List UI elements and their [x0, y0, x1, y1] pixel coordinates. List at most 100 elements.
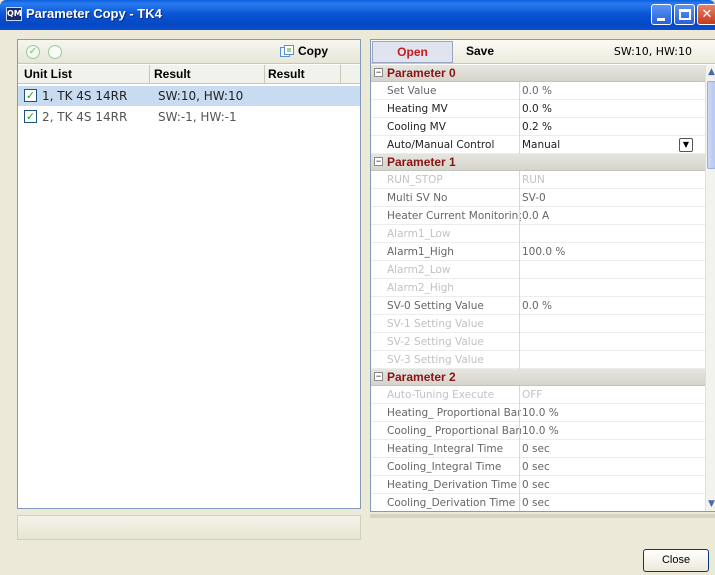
- parameter-name: Alarm1_Low: [387, 228, 451, 240]
- column-divider: [519, 333, 520, 351]
- parameter-value: RUN: [522, 174, 545, 186]
- parameter-row: Alarm2_Low: [371, 261, 705, 279]
- parameter-name: Multi SV No: [387, 192, 448, 204]
- column-divider: [519, 476, 520, 494]
- unit-row[interactable]: ✓ 2, TK 4S 14RR SW:-1, HW:-1: [18, 107, 360, 127]
- parameter-row[interactable]: Heating_Derivation Time 0 sec: [371, 476, 705, 494]
- column-divider: [519, 422, 520, 440]
- parameter-row[interactable]: Cooling_Derivation Time 0 sec: [371, 494, 705, 511]
- column-divider: [519, 189, 520, 207]
- copy-icon: [280, 45, 294, 57]
- left-status-bar: [17, 515, 361, 540]
- parameter-value[interactable]: 0 sec: [522, 443, 550, 455]
- parameter-row[interactable]: Heating_ Proportional Band 10.0 %: [371, 404, 705, 422]
- parameter-group-header[interactable]: − Parameter 0: [371, 65, 705, 82]
- parameter-row[interactable]: Heating MV 0.0 %: [371, 100, 705, 118]
- column-divider: [519, 207, 520, 225]
- collapse-icon[interactable]: −: [374, 68, 383, 77]
- parameter-name: Cooling_Derivation Time: [387, 497, 516, 509]
- save-button[interactable]: Save: [466, 44, 494, 58]
- column-divider: [519, 386, 520, 404]
- parameter-row[interactable]: Cooling_ Proportional Band 10.0 %: [371, 422, 705, 440]
- parameter-name: Heater Current Monitoring: [387, 210, 521, 222]
- column-divider: [519, 82, 520, 100]
- parameter-value[interactable]: 0 sec: [522, 497, 550, 509]
- parameter-row[interactable]: Set Value 0.0 %: [371, 82, 705, 100]
- app-icon: QM: [6, 7, 22, 21]
- parameter-row[interactable]: Cooling_Integral Time 0 sec: [371, 458, 705, 476]
- parameter-name: Heating_ Proportional Band: [387, 407, 521, 419]
- close-button[interactable]: Close: [643, 549, 709, 572]
- parameter-value[interactable]: 0.2 %: [522, 121, 552, 133]
- parameter-name: Cooling_ Proportional Band: [387, 425, 521, 437]
- parameter-value[interactable]: 100.0 %: [522, 246, 565, 258]
- parameter-value[interactable]: 0.0 %: [522, 103, 552, 115]
- close-icon: ✕: [701, 7, 713, 22]
- header-separator: [264, 65, 265, 83]
- parameter-name: Heating MV: [387, 103, 448, 115]
- column-divider: [519, 297, 520, 315]
- parameter-value[interactable]: Manual: [522, 139, 560, 151]
- parameter-value[interactable]: 0.0 %: [522, 300, 552, 312]
- unit-row[interactable]: ✓ 1, TK 4S 14RR SW:10, HW:10: [18, 86, 360, 106]
- parameter-name: Auto-Tuning Execute: [387, 389, 495, 401]
- parameter-name: SV-0 Setting Value: [387, 300, 484, 312]
- scroll-up-icon[interactable]: ▲: [706, 65, 715, 79]
- minimize-button[interactable]: [651, 4, 672, 25]
- parameter-name: SV-2 Setting Value: [387, 336, 484, 348]
- parameter-group-label: Parameter 2: [387, 370, 456, 384]
- parameter-value[interactable]: 0.0 %: [522, 85, 552, 97]
- vertical-scrollbar[interactable]: ▲ ▼: [705, 65, 715, 511]
- unit-label: 1, TK 4S 14RR: [42, 89, 128, 103]
- open-button[interactable]: Open: [372, 41, 453, 63]
- window-close-button[interactable]: ✕: [697, 4, 715, 25]
- column-divider: [519, 440, 520, 458]
- parameter-group-label: Parameter 0: [387, 66, 456, 80]
- select-all-icon[interactable]: ✓: [26, 45, 40, 59]
- collapse-icon[interactable]: −: [374, 372, 383, 381]
- unit-checkbox[interactable]: ✓: [24, 89, 37, 102]
- parameter-name: Alarm1_High: [387, 246, 454, 258]
- column-divider: [519, 118, 520, 136]
- parameter-row[interactable]: Heating_Integral Time 0 sec: [371, 440, 705, 458]
- parameter-group-header[interactable]: − Parameter 2: [371, 369, 705, 386]
- parameter-row[interactable]: Heater Current Monitoring 0.0 A: [371, 207, 705, 225]
- parameter-row[interactable]: Cooling MV 0.2 %: [371, 118, 705, 136]
- parameter-row[interactable]: Auto/Manual Control Manual ▼: [371, 136, 705, 154]
- parameter-value[interactable]: 10.0 %: [522, 407, 559, 419]
- deselect-all-icon[interactable]: [48, 45, 62, 59]
- parameter-group-header[interactable]: − Parameter 1: [371, 154, 705, 171]
- parameter-name: Auto/Manual Control: [387, 139, 495, 151]
- parameter-row: RUN_STOP RUN: [371, 171, 705, 189]
- header-result-2: Result: [268, 67, 305, 81]
- parameter-group-label: Parameter 1: [387, 155, 456, 169]
- parameter-row: SV-2 Setting Value: [371, 333, 705, 351]
- parameter-row[interactable]: Alarm1_High 100.0 %: [371, 243, 705, 261]
- parameter-row[interactable]: SV-0 Setting Value 0.0 %: [371, 297, 705, 315]
- parameter-value[interactable]: 0.0 A: [522, 210, 549, 222]
- parameter-row: Auto-Tuning Execute OFF: [371, 386, 705, 404]
- parameter-name: Heating_Derivation Time: [387, 479, 517, 491]
- minimize-icon: [657, 18, 665, 21]
- maximize-button[interactable]: [674, 4, 695, 25]
- collapse-icon[interactable]: −: [374, 157, 383, 166]
- parameter-value[interactable]: 0 sec: [522, 479, 550, 491]
- copy-button[interactable]: Copy: [280, 43, 340, 61]
- parameter-name: Alarm2_Low: [387, 264, 451, 276]
- scroll-down-icon[interactable]: ▼: [706, 497, 715, 511]
- unit-checkbox[interactable]: ✓: [24, 110, 37, 123]
- parameter-value[interactable]: 0 sec: [522, 461, 550, 473]
- copy-label: Copy: [298, 44, 328, 58]
- parameter-row[interactable]: Multi SV No SV-0: [371, 189, 705, 207]
- unit-result: SW:10, HW:10: [158, 89, 244, 103]
- parameter-grid: − Parameter 0 Set Value 0.0 % Heating MV 0.0 …: [371, 65, 705, 511]
- unit-list-panel: ✓ Copy Unit List Result Result ✓ 1, TK 4…: [17, 39, 361, 509]
- parameter-name: Cooling MV: [387, 121, 446, 133]
- parameter-name: SV-3 Setting Value: [387, 354, 484, 366]
- parameter-value[interactable]: 10.0 %: [522, 425, 559, 437]
- column-divider: [519, 100, 520, 118]
- window-title: Parameter Copy - TK4: [26, 6, 162, 21]
- scroll-thumb[interactable]: [707, 81, 715, 169]
- dropdown-icon[interactable]: ▼: [679, 138, 693, 152]
- parameter-value[interactable]: SV-0: [522, 192, 546, 204]
